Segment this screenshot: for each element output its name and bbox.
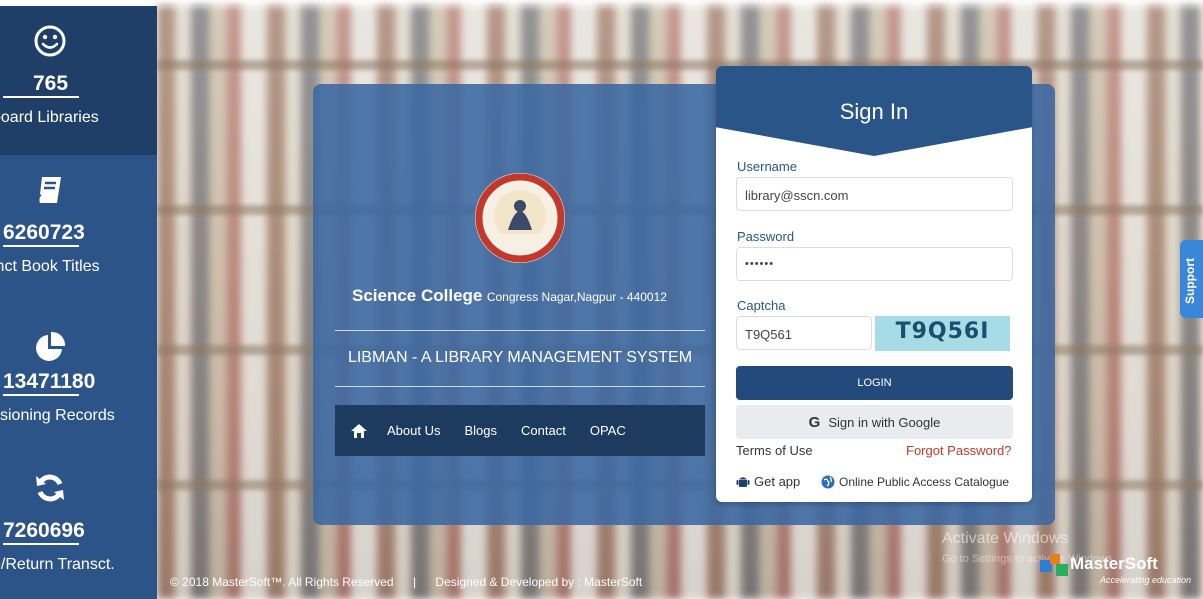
system-title: LIBMAN - A LIBRARY MANAGEMENT SYSTEM bbox=[347, 349, 693, 366]
windows-watermark-title: Activate Windows bbox=[942, 530, 1069, 547]
stat-book-titles: 6260723 inct Book Titles bbox=[0, 155, 157, 304]
captcha-label: Captcha bbox=[737, 298, 786, 313]
stat-count: 13471180 bbox=[3, 370, 96, 393]
username-label: Username bbox=[737, 159, 797, 174]
footer: © 2018 MasterSoft™. All Rights Reserved … bbox=[170, 575, 642, 589]
mastersoft-tagline: Accelerating education bbox=[1100, 575, 1192, 585]
get-app-link[interactable]: Get app bbox=[736, 474, 800, 489]
home-icon[interactable] bbox=[351, 423, 367, 438]
smiley-icon bbox=[34, 25, 66, 57]
stat-count: 7260696 bbox=[3, 519, 85, 542]
stat-label: ssioning Records bbox=[0, 407, 115, 424]
stat-count: 765 bbox=[33, 72, 69, 95]
google-signin-button[interactable]: G Sign in with Google bbox=[736, 405, 1013, 439]
support-label: Support bbox=[1183, 258, 1197, 304]
stat-underline bbox=[3, 96, 79, 98]
mastersoft-brand-name: MasterSoft bbox=[1070, 554, 1158, 573]
nav-blogs[interactable]: Blogs bbox=[464, 423, 497, 438]
stat-underline bbox=[3, 245, 79, 247]
stat-libraries: 765 board Libraries bbox=[0, 6, 157, 155]
book-icon bbox=[37, 177, 61, 204]
opac-catalogue-label: Online Public Access Catalogue bbox=[839, 475, 1010, 489]
globe-icon bbox=[821, 475, 835, 489]
signin-title: Sign In bbox=[839, 99, 909, 124]
stat-label: board Libraries bbox=[0, 109, 99, 126]
nav-opac[interactable]: OPAC bbox=[590, 423, 626, 438]
college-name: Science College bbox=[352, 286, 483, 305]
divider bbox=[335, 386, 705, 387]
stats-sidebar: 765 board Libraries 6260723 inct Book Ti… bbox=[0, 6, 157, 599]
college-address: Congress Nagar,Nagpur - 440012 bbox=[486, 290, 667, 304]
pie-chart-icon bbox=[36, 331, 66, 361]
google-signin-label: Sign in with Google bbox=[828, 414, 941, 430]
footer-separator: | bbox=[412, 575, 417, 589]
captcha-image: T9Q56I bbox=[875, 316, 1010, 351]
terms-link[interactable]: Terms of Use bbox=[736, 443, 813, 458]
login-button[interactable]: LOGIN bbox=[736, 366, 1013, 400]
opac-catalogue-link[interactable]: Online Public Access Catalogue bbox=[821, 475, 1009, 489]
captcha-input[interactable]: T9Q561 bbox=[736, 316, 872, 350]
refresh-icon bbox=[36, 474, 64, 502]
get-app-label: Get app bbox=[754, 474, 801, 489]
nav-contact[interactable]: Contact bbox=[521, 423, 566, 438]
stat-label: e/Return Transct. bbox=[0, 556, 115, 573]
password-field[interactable]: •••••• bbox=[736, 247, 1013, 281]
stat-count: 6260723 bbox=[3, 221, 85, 244]
stat-underline bbox=[3, 394, 79, 396]
college-info: Science College Congress Nagar,Nagpur - … bbox=[352, 286, 667, 306]
forgot-password-link[interactable]: Forgot Password? bbox=[906, 443, 1012, 458]
username-field[interactable]: library@sscn.com bbox=[736, 177, 1013, 211]
stat-underline bbox=[3, 543, 79, 545]
nav-about-us[interactable]: About Us bbox=[387, 423, 440, 438]
password-label: Password bbox=[737, 229, 795, 244]
college-logo bbox=[475, 173, 565, 263]
stat-label: inct Book Titles bbox=[0, 258, 100, 275]
google-icon: G bbox=[808, 413, 821, 431]
mastersoft-logo-icon bbox=[1040, 554, 1068, 576]
footer-copyright: © 2018 MasterSoft™. All Rights Reserved bbox=[170, 575, 394, 589]
stat-accession-records: 13471180 ssioning Records bbox=[0, 304, 157, 453]
divider bbox=[335, 330, 705, 331]
footer-designed-by: Designed & Developed by : MasterSoft bbox=[435, 575, 643, 589]
support-tab[interactable]: Support bbox=[1180, 240, 1203, 318]
android-icon bbox=[736, 476, 750, 487]
stat-issue-return: 7260696 e/Return Transct. bbox=[0, 453, 157, 599]
nav-bar: About Us Blogs Contact OPAC bbox=[335, 405, 705, 456]
